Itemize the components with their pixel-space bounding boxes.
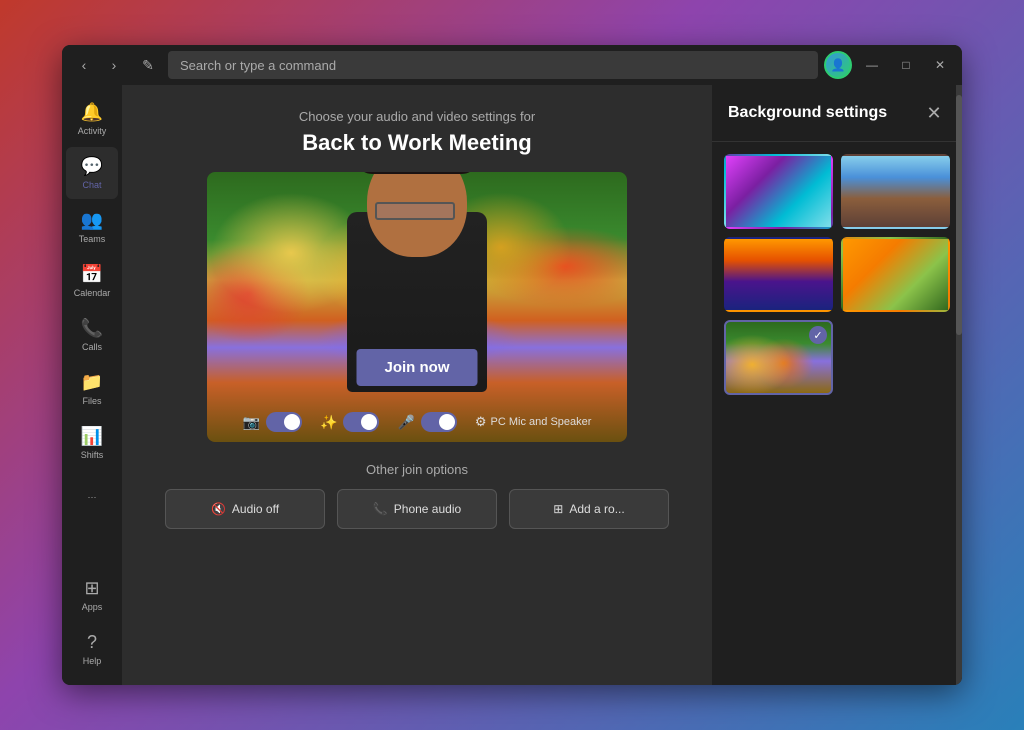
person-glasses (375, 202, 455, 220)
phone-audio-icon: 📞 (373, 502, 388, 516)
back-button[interactable]: ‹ (70, 51, 98, 79)
sidebar-item-teams-label: Teams (79, 234, 106, 244)
nav-buttons: ‹ › (70, 51, 128, 79)
sidebar-item-calls-label: Calls (82, 342, 102, 352)
video-toggle-knob (284, 414, 300, 430)
app-window: ‹ › ✎ Search or type a command 👤 — □ ✕ 🔔… (62, 45, 962, 685)
sidebar-item-help[interactable]: ? Help (66, 623, 118, 675)
sidebar-item-calendar[interactable]: 📅 Calendar (66, 255, 118, 307)
bg-thumb-4[interactable] (841, 237, 950, 312)
video-toggle-group: 📷 (243, 412, 302, 432)
effects-icon: ✨ (320, 414, 337, 431)
sidebar-item-activity-label: Activity (78, 126, 107, 136)
phone-audio-label: Phone audio (394, 502, 461, 516)
sidebar: 🔔 Activity 💬 Chat 👥 Teams 📅 Calendar 📞 C… (62, 85, 122, 685)
person-hair (362, 172, 472, 174)
window-controls: 👤 — □ ✕ (824, 51, 954, 79)
scrollbar-thumb (956, 95, 962, 335)
activity-icon: 🔔 (81, 102, 103, 123)
app-body: 🔔 Activity 💬 Chat 👥 Teams 📅 Calendar 📞 C… (62, 85, 962, 685)
video-camera-icon: 📷 (243, 414, 260, 431)
audio-device-text: PC Mic and Speaker (491, 416, 592, 428)
join-options-label: Other join options (366, 462, 468, 477)
apps-icon: ⊞ (84, 578, 99, 599)
sidebar-item-shifts-label: Shifts (81, 450, 104, 460)
meeting-title: Back to Work Meeting (122, 130, 712, 156)
minimize-button[interactable]: — (858, 51, 886, 79)
help-icon: ? (87, 632, 97, 653)
forward-button[interactable]: › (100, 51, 128, 79)
sidebar-item-activity[interactable]: 🔔 Activity (66, 93, 118, 145)
audio-off-button[interactable]: 🔇 Audio off (165, 489, 325, 529)
audio-off-icon: 🔇 (211, 502, 226, 516)
bg-thumb-2[interactable] (841, 154, 950, 229)
phone-audio-button[interactable]: 📞 Phone audio (337, 489, 497, 529)
sidebar-item-calls[interactable]: 📞 Calls (66, 309, 118, 361)
join-now-button[interactable]: Join now (357, 349, 478, 386)
selected-check-icon: ✓ (809, 326, 827, 344)
add-room-label: Add a ro... (569, 502, 624, 516)
join-options-buttons: 🔇 Audio off 📞 Phone audio ⊞ Add a ro... (122, 489, 712, 529)
effects-toggle-group: ✨ (320, 412, 379, 432)
bg-thumb-5[interactable]: ✓ (724, 320, 833, 395)
close-panel-button[interactable]: ✕ (922, 101, 946, 125)
compose-button[interactable]: ✎ (134, 51, 162, 79)
sidebar-item-apps-label: Apps (82, 602, 103, 612)
bg-thumb-3[interactable] (724, 237, 833, 312)
person-face (367, 172, 467, 257)
video-toggle[interactable] (266, 412, 302, 432)
calls-icon: 📞 (81, 318, 103, 339)
mic-toggle[interactable] (421, 412, 457, 432)
scrollbar[interactable] (956, 85, 962, 685)
teams-icon: 👥 (81, 210, 103, 231)
add-room-icon: ⊞ (553, 502, 563, 516)
maximize-button[interactable]: □ (892, 51, 920, 79)
effects-toggle[interactable] (343, 412, 379, 432)
meeting-subtitle: Choose your audio and video settings for (122, 109, 712, 124)
sidebar-item-chat[interactable]: 💬 Chat (66, 147, 118, 199)
bg-thumbnails-grid: ✓ (712, 142, 962, 407)
video-controls: 📷 ✨ 🎤 (207, 412, 627, 432)
sidebar-item-help-label: Help (83, 656, 102, 666)
shifts-icon: 📊 (81, 426, 103, 447)
sidebar-item-files[interactable]: 📁 Files (66, 363, 118, 415)
sidebar-item-files-label: Files (82, 396, 101, 406)
main-content: Choose your audio and video settings for… (122, 85, 712, 685)
bg-settings-panel: Background settings ✕ ✓ (712, 85, 962, 685)
video-container: Join now 📷 ✨ (207, 172, 627, 442)
mic-icon: 🎤 (397, 414, 414, 431)
sidebar-item-chat-label: Chat (82, 180, 101, 190)
close-button[interactable]: ✕ (926, 51, 954, 79)
search-placeholder: Search or type a command (180, 58, 336, 73)
sidebar-item-apps[interactable]: ⊞ Apps (66, 569, 118, 621)
search-bar[interactable]: Search or type a command (168, 51, 818, 79)
bg-thumb-1[interactable] (724, 154, 833, 229)
audio-device-label[interactable]: ⚙ PC Mic and Speaker (475, 414, 592, 430)
join-options-heading: Other join options (122, 442, 712, 489)
calendar-icon: 📅 (81, 264, 103, 285)
add-room-button[interactable]: ⊞ Add a ro... (509, 489, 669, 529)
bg-settings-title: Background settings (728, 104, 887, 122)
meeting-header: Choose your audio and video settings for… (122, 85, 712, 172)
more-label: ··· (88, 492, 97, 502)
title-bar: ‹ › ✎ Search or type a command 👤 — □ ✕ (62, 45, 962, 85)
sidebar-item-teams[interactable]: 👥 Teams (66, 201, 118, 253)
sidebar-item-calendar-label: Calendar (74, 288, 111, 298)
effects-toggle-knob (361, 414, 377, 430)
audio-off-label: Audio off (232, 502, 279, 516)
sidebar-item-more[interactable]: ··· (66, 471, 118, 523)
sidebar-item-shifts[interactable]: 📊 Shifts (66, 417, 118, 469)
avatar[interactable]: 👤 (824, 51, 852, 79)
mic-toggle-knob (439, 414, 455, 430)
bg-settings-header: Background settings ✕ (712, 85, 962, 142)
settings-icon: ⚙ (475, 414, 487, 430)
chat-icon: 💬 (81, 156, 103, 177)
files-icon: 📁 (81, 372, 103, 393)
mic-toggle-group: 🎤 (397, 412, 456, 432)
